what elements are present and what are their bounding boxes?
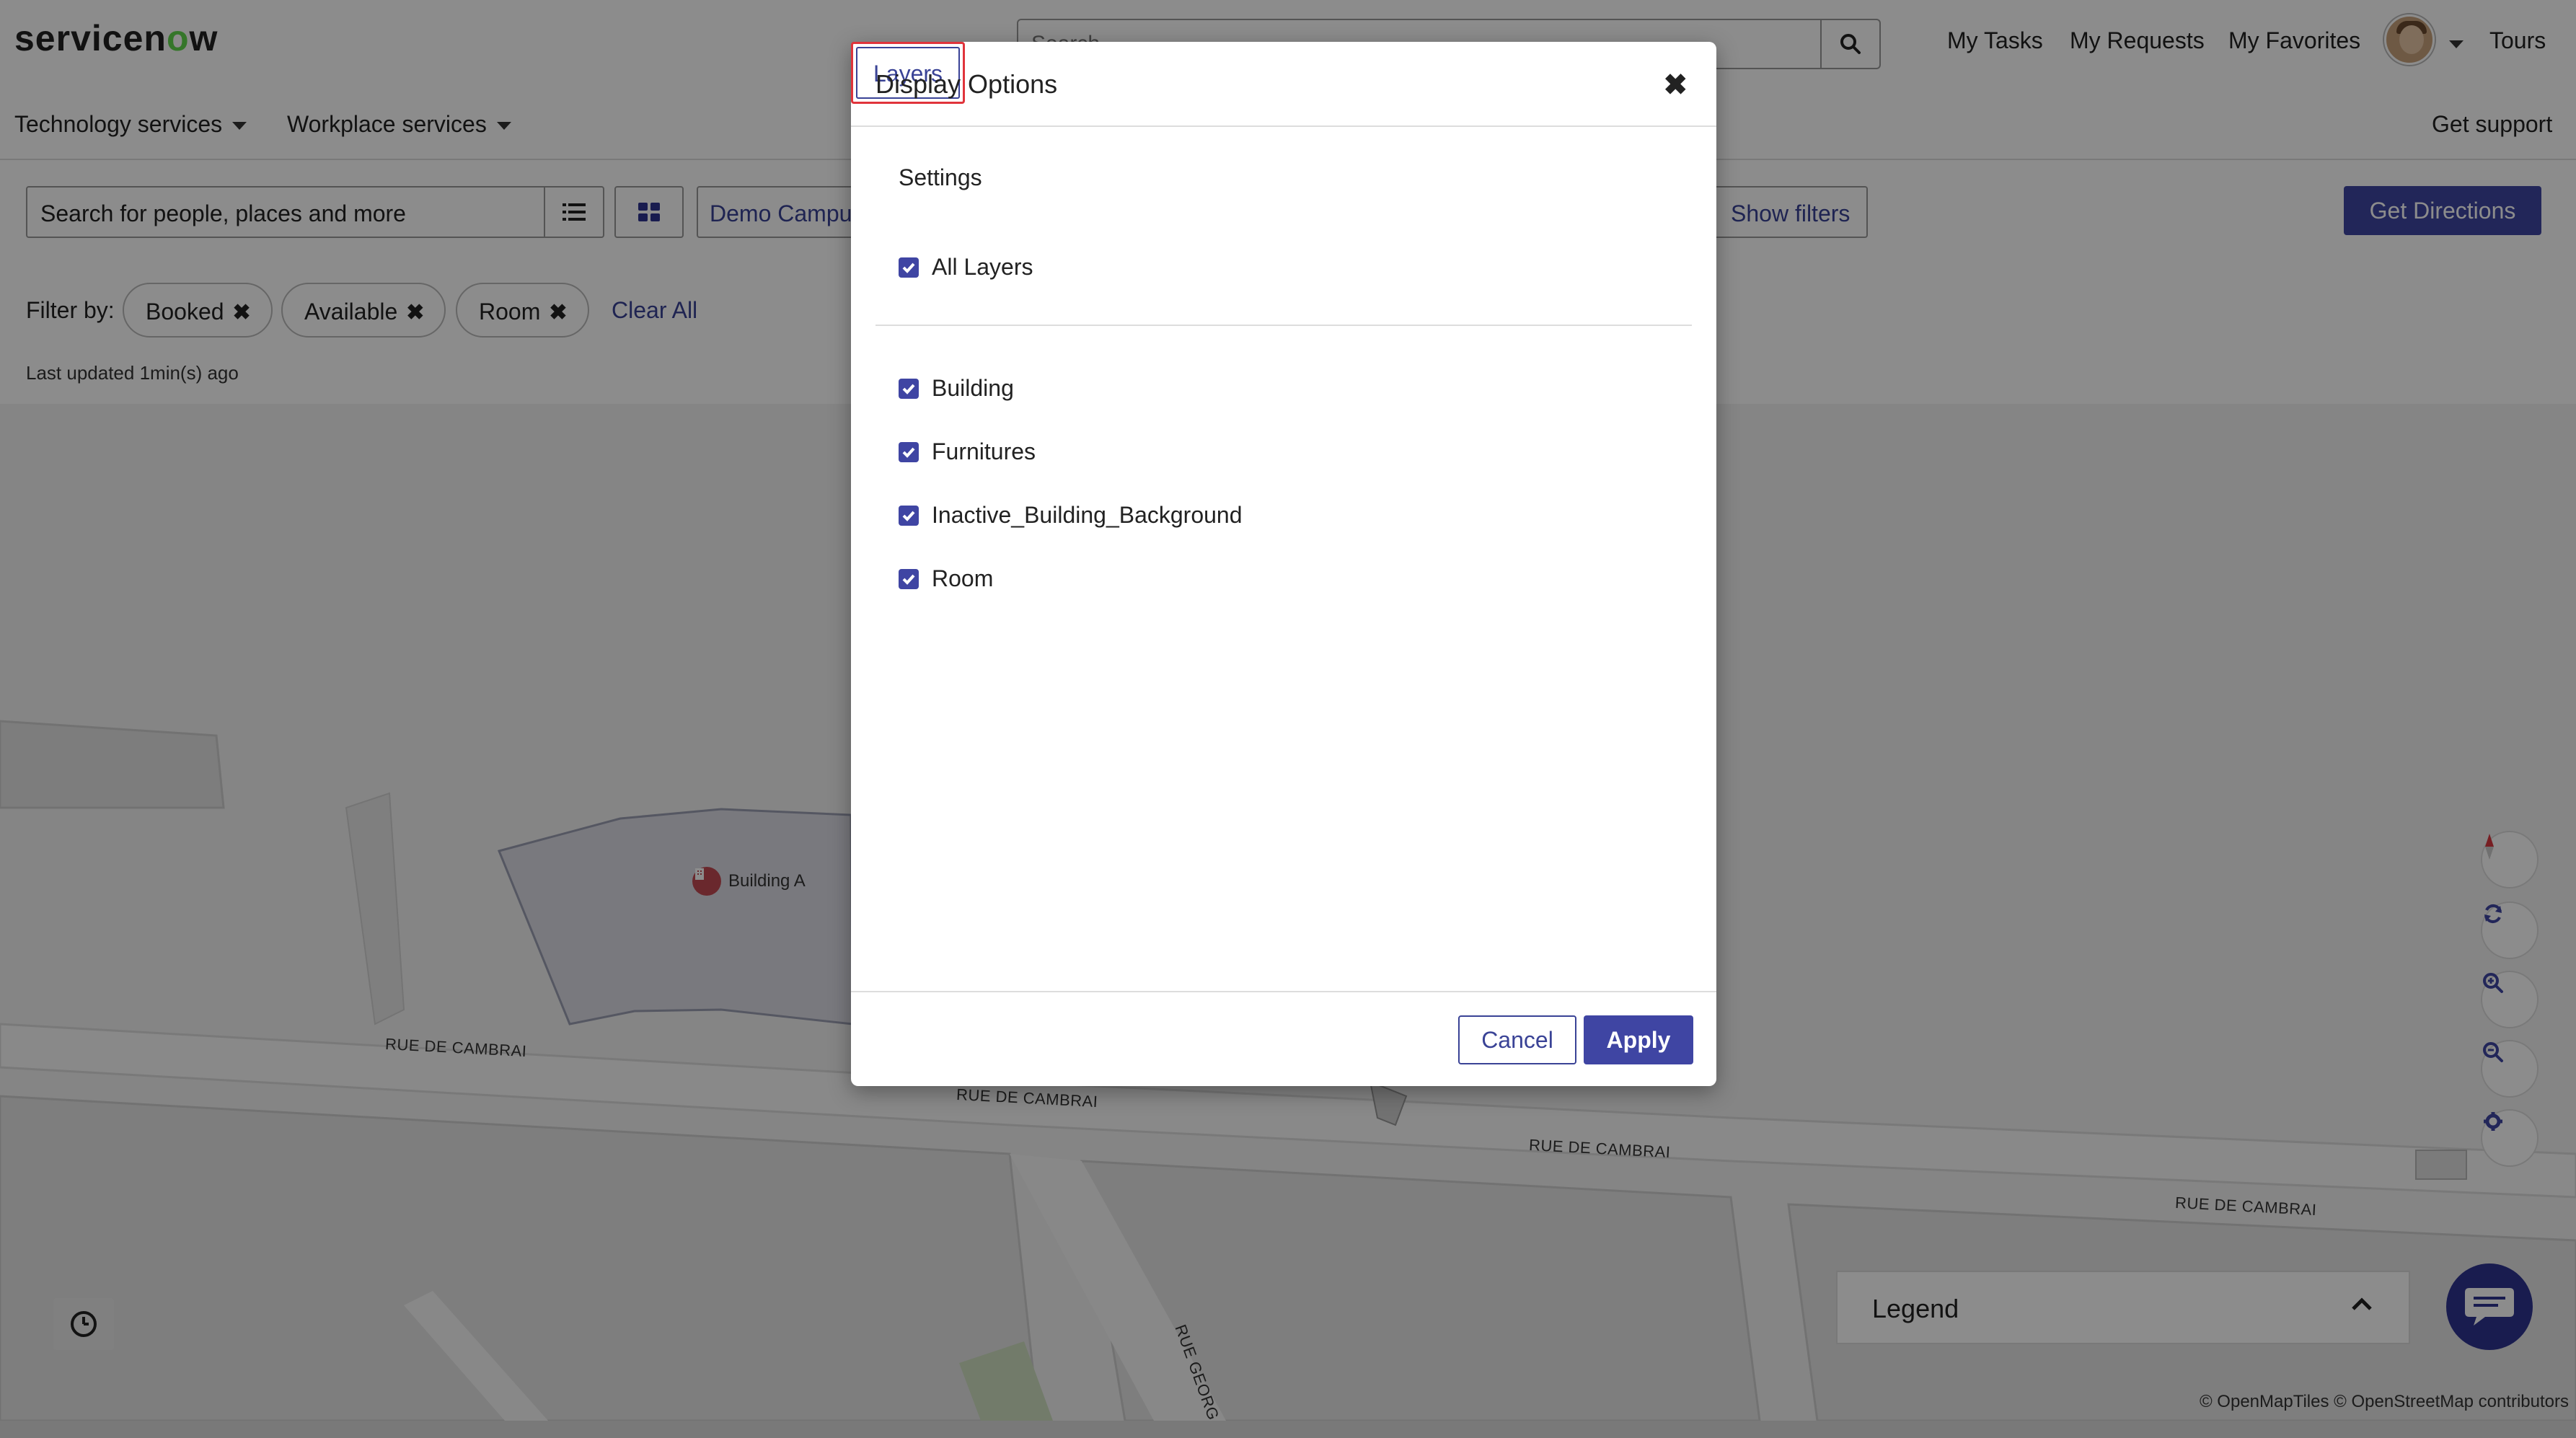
- all-layers-label: All Layers: [932, 254, 1033, 280]
- checkmark-icon: [902, 447, 915, 458]
- layer-checkbox-row-inactive-building-background[interactable]: Inactive_Building_Background: [899, 502, 1243, 529]
- layer-label: Room: [932, 565, 994, 591]
- layer-checkbox-row-furnitures[interactable]: Furnitures: [899, 438, 1036, 465]
- all-layers-checkbox-row[interactable]: All Layers: [899, 254, 1033, 281]
- layer-checkbox[interactable]: [899, 378, 919, 399]
- layer-checkbox-row-room[interactable]: Room: [899, 565, 993, 592]
- divider: [875, 325, 1692, 326]
- cancel-button[interactable]: Cancel: [1458, 1015, 1576, 1064]
- close-icon[interactable]: ✖: [1663, 71, 1688, 100]
- layer-checkbox[interactable]: [899, 441, 919, 462]
- layer-checkbox-row-building[interactable]: Building: [899, 375, 1014, 402]
- divider: [851, 125, 1716, 127]
- checkmark-icon: [902, 511, 915, 521]
- dialog-title: Display Options: [875, 69, 1058, 99]
- all-layers-checkbox[interactable]: [899, 257, 919, 278]
- layer-checkbox[interactable]: [899, 505, 919, 526]
- checkmark-icon: [902, 384, 915, 394]
- layer-label: Furnitures: [932, 438, 1036, 464]
- checkmark-icon: [902, 263, 915, 273]
- display-options-dialog: Display Options ✖ Settings Layers All La…: [851, 42, 1716, 1086]
- layer-label: Inactive_Building_Background: [932, 502, 1243, 528]
- checkmark-icon: [902, 574, 915, 585]
- layer-label: Building: [932, 375, 1014, 401]
- layer-checkbox[interactable]: [899, 568, 919, 589]
- divider: [851, 991, 1716, 992]
- apply-button[interactable]: Apply: [1584, 1015, 1693, 1064]
- tab-settings[interactable]: Settings: [899, 164, 982, 191]
